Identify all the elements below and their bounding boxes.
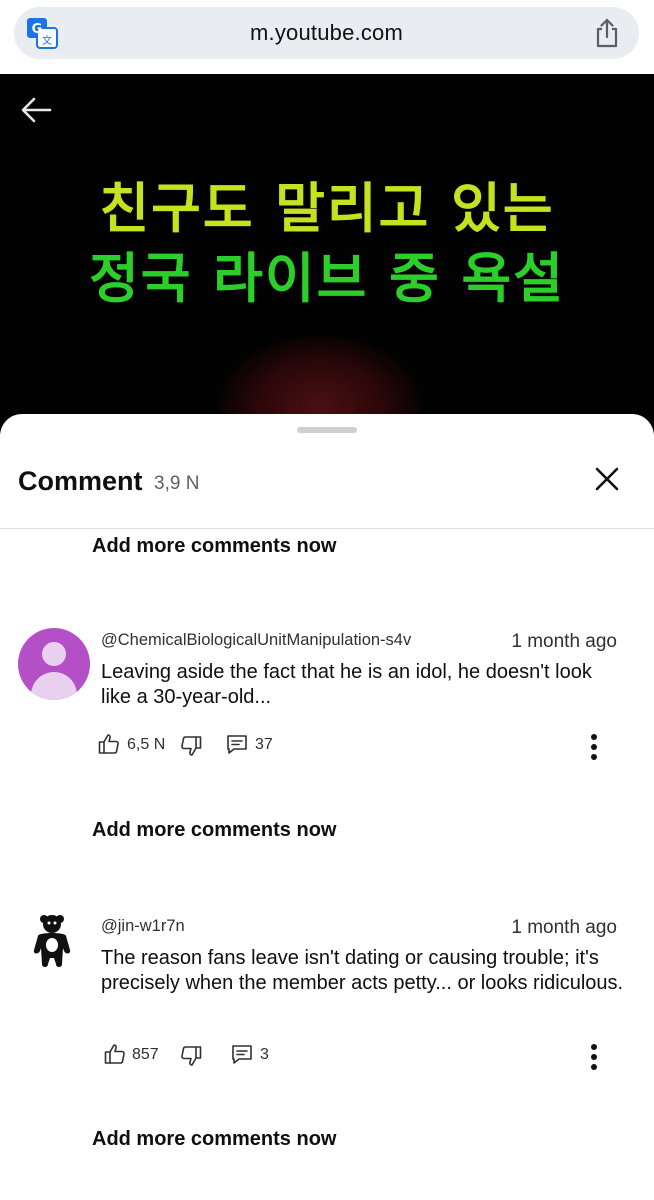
comment-actions: 6,5 N 37 bbox=[97, 732, 617, 762]
like-count: 6,5 N bbox=[127, 736, 166, 753]
comments-count: 3,9 N bbox=[154, 473, 200, 494]
comment-text: The reason fans leave isn't dating or ca… bbox=[101, 947, 624, 994]
avatar-body-shape bbox=[31, 672, 77, 700]
reply-icon[interactable] bbox=[230, 1042, 254, 1066]
add-more-comments-link[interactable]: Add more comments now bbox=[92, 1128, 336, 1151]
comment-item: @jin-w1r7n 1 month ago The reason fans l… bbox=[0, 914, 654, 1074]
comment-text: Leaving aside the fact that he is an ido… bbox=[101, 661, 592, 708]
reply-icon[interactable] bbox=[225, 732, 249, 756]
video-title-overlay: 친구도 말리고 있는 정국 라이브 중 욕설 bbox=[0, 174, 654, 314]
comment-author[interactable]: @ChemicalBiologicalUnitManipulation-s4v bbox=[101, 631, 411, 650]
comments-title: Comment bbox=[18, 466, 143, 496]
comment-item: @ChemicalBiologicalUnitManipulation-s4v … bbox=[0, 628, 654, 768]
header-divider bbox=[0, 528, 654, 529]
comments-sheet: Comment 3,9 N Add more comments now @Che… bbox=[0, 414, 654, 1200]
comment-time: 1 month ago bbox=[511, 631, 617, 652]
video-title-line-1: 친구도 말리고 있는 bbox=[99, 177, 555, 240]
like-icon[interactable] bbox=[97, 732, 121, 756]
comments-header: Comment 3,9 N bbox=[0, 450, 654, 526]
more-options-icon[interactable] bbox=[590, 733, 598, 761]
comment-author[interactable]: @jin-w1r7n bbox=[101, 917, 185, 936]
avatar[interactable] bbox=[18, 628, 90, 700]
like-count: 857 bbox=[132, 1046, 159, 1063]
close-icon[interactable] bbox=[594, 466, 620, 492]
video-title-line-2: 정국 라이브 중 욕설 bbox=[89, 247, 565, 310]
share-icon[interactable] bbox=[593, 18, 621, 48]
add-more-comments-link[interactable]: Add more comments now bbox=[92, 535, 336, 558]
back-arrow-icon[interactable] bbox=[20, 96, 52, 124]
video-player[interactable]: 친구도 말리고 있는 정국 라이브 중 욕설 bbox=[0, 74, 654, 434]
dislike-icon[interactable] bbox=[179, 1044, 203, 1068]
address-bar[interactable]: G 文 m.youtube.com bbox=[14, 7, 639, 59]
dislike-icon[interactable] bbox=[179, 734, 203, 758]
comment-actions: 857 3 bbox=[97, 1042, 617, 1072]
comment-time: 1 month ago bbox=[511, 917, 617, 938]
like-icon[interactable] bbox=[103, 1042, 127, 1066]
more-options-icon[interactable] bbox=[590, 1043, 598, 1071]
url-text[interactable]: m.youtube.com bbox=[14, 20, 639, 46]
reply-count: 37 bbox=[255, 736, 273, 753]
avatar-head-shape bbox=[42, 642, 66, 666]
sheet-drag-handle[interactable] bbox=[297, 427, 357, 433]
add-more-comments-link[interactable]: Add more comments now bbox=[92, 819, 336, 842]
reply-count: 3 bbox=[260, 1046, 269, 1063]
bear-avatar[interactable] bbox=[24, 914, 80, 970]
browser-toolbar: G 文 m.youtube.com bbox=[0, 0, 654, 74]
